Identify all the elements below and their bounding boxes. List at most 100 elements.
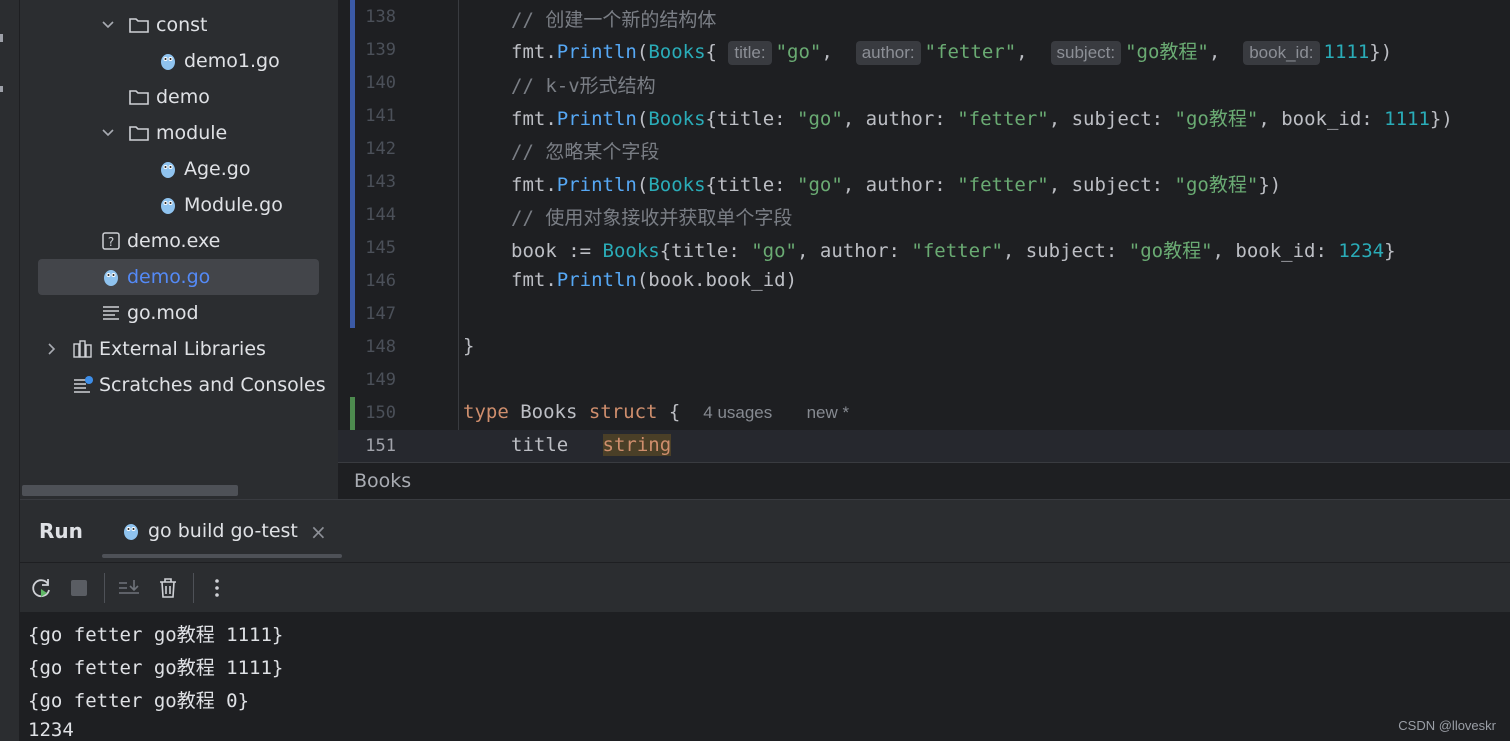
code-line[interactable]: 141 fmt.Println(Books{title: "go", autho… [338,100,1510,133]
code-punct: } [1384,240,1396,262]
tree-item-external-libraries[interactable]: External Libraries [20,331,338,367]
run-header: Run go build go-test × [20,500,1510,562]
code-editor[interactable]: 138 // 创建一个新的结构体 139 fmt.Println(Books{ … [338,0,1510,462]
line-number: 150 [365,403,396,423]
console-line: 1234 [28,719,74,741]
code-comment: // 创建一个新的结构体 [511,9,717,31]
text-file-icon [103,306,119,320]
code-line[interactable]: 145 book := Books{title: "go", author: "… [338,232,1510,265]
code-string: "go" [797,108,843,130]
code-pkg: fmt [511,108,546,130]
tree-item-age-go[interactable]: Age.go [20,151,338,187]
code-line[interactable]: 149 [338,364,1510,397]
tree-item-label: demo.go [127,266,211,288]
run-config-tab[interactable]: go build go-test × [102,512,342,558]
library-icon [73,340,92,358]
code-line[interactable]: 143 fmt.Println(Books{title: "go", autho… [338,166,1510,199]
code-string: "fetter" [924,41,1017,63]
console-output[interactable]: {go fetter go教程 1111} {go fetter go教程 11… [20,612,1510,741]
close-icon[interactable]: × [310,520,327,544]
code-string: "fetter" [957,108,1049,130]
tree-item-scratches[interactable]: Scratches and Consoles [20,367,338,403]
svg-text:?: ? [108,235,114,249]
code-keyword: struct [588,401,658,423]
go-gopher-icon [104,270,118,286]
code-text: book := [511,240,603,262]
horizontal-scrollbar[interactable] [22,485,238,496]
run-toolbar [20,562,1510,612]
tree-item-label: const [156,14,208,36]
tree-item-demo-go[interactable]: demo.go [20,259,338,295]
scroll-to-end-icon[interactable] [116,575,142,601]
code-text: {title: [659,240,752,262]
code-comment: // 使用对象接收并获取单个字段 [511,207,793,229]
code-comment: // 忽略某个字段 [511,141,660,163]
tree-item-module-go[interactable]: Module.go [20,187,338,223]
stop-icon[interactable] [66,575,92,601]
line-number: 141 [365,106,396,126]
go-gopher-icon [161,162,175,178]
code-punct: , [821,41,845,63]
code-line[interactable]: 148 } [338,331,1510,364]
tree-item-module[interactable]: module [20,115,338,151]
scratches-icon [74,376,93,393]
code-string: "go教程" [1174,174,1259,196]
code-punct: . [545,108,557,130]
tree-item-demo1-go[interactable]: demo1.go [20,43,338,79]
parameter-hint: subject: [1050,41,1122,65]
tree-item-demo-exe[interactable]: ? demo.exe [20,223,338,259]
code-punct: } [463,335,475,357]
go-gopher-icon [161,198,175,214]
code-line[interactable]: 140 // k-v形式结构 [338,67,1510,100]
chevron-right-icon[interactable] [44,341,60,357]
code-type: Books [648,174,706,196]
code-punct: . [545,269,557,291]
code-line[interactable]: 147 [338,298,1510,331]
chevron-down-icon[interactable] [100,17,116,33]
code-text: , subject: [1048,174,1175,196]
line-number: 140 [365,73,396,93]
code-type-name: Books [508,401,589,423]
usages-hint[interactable]: 4 usages [703,403,772,422]
code-line[interactable]: 139 fmt.Println(Books{ title: "go", autho… [338,34,1510,67]
code-text: , subject: [1002,240,1129,262]
author-hint[interactable]: new * [807,403,850,422]
more-options-icon[interactable] [204,575,230,601]
code-text: , author: [842,108,958,130]
code-line-current[interactable]: 151 title string [338,430,1510,462]
line-number: 145 [365,238,396,258]
chevron-down-icon[interactable] [100,125,116,141]
code-punct: ( [636,41,649,63]
tool-strip-marker [0,86,3,92]
line-number: 142 [365,139,396,159]
code-type: string [602,434,672,456]
code-line[interactable]: 150 type Books struct { 4 usages new * [338,397,1510,430]
tree-item-label: module [156,122,228,144]
tree-item-demo[interactable]: demo [20,79,338,115]
code-string: "go" [751,240,797,262]
rerun-icon[interactable] [28,575,54,601]
parameter-hint: title: [728,41,772,65]
tree-item-const[interactable]: const [20,7,338,43]
code-string: "go教程" [1125,41,1209,63]
line-number: 138 [365,7,396,27]
run-tool-window: Run go build go-test × {go fetter go教程 1… [20,499,1510,741]
code-function: Println [556,174,637,196]
code-function: Println [556,108,637,130]
breadcrumb-item[interactable]: Books [354,470,411,492]
code-punct: }) [1369,41,1393,63]
breadcrumb[interactable]: Books [338,462,1510,499]
code-text: , subject: [1048,108,1175,130]
code-function: Println [556,269,637,291]
trash-icon[interactable] [155,575,181,601]
code-string: "go教程" [1128,240,1213,262]
code-line[interactable]: 142 // 忽略某个字段 [338,133,1510,166]
code-line[interactable]: 144 // 使用对象接收并获取单个字段 [338,199,1510,232]
code-line[interactable]: 146 fmt.Println(book.book_id) [338,265,1510,298]
code-field: title [511,434,569,456]
folder-icon [129,90,149,105]
watermark-text: CSDN @lloveskr [1398,718,1496,733]
code-line[interactable]: 138 // 创建一个新的结构体 [338,1,1510,34]
code-string: "fetter" [957,174,1049,196]
tree-item-go-mod[interactable]: go.mod [20,295,338,331]
